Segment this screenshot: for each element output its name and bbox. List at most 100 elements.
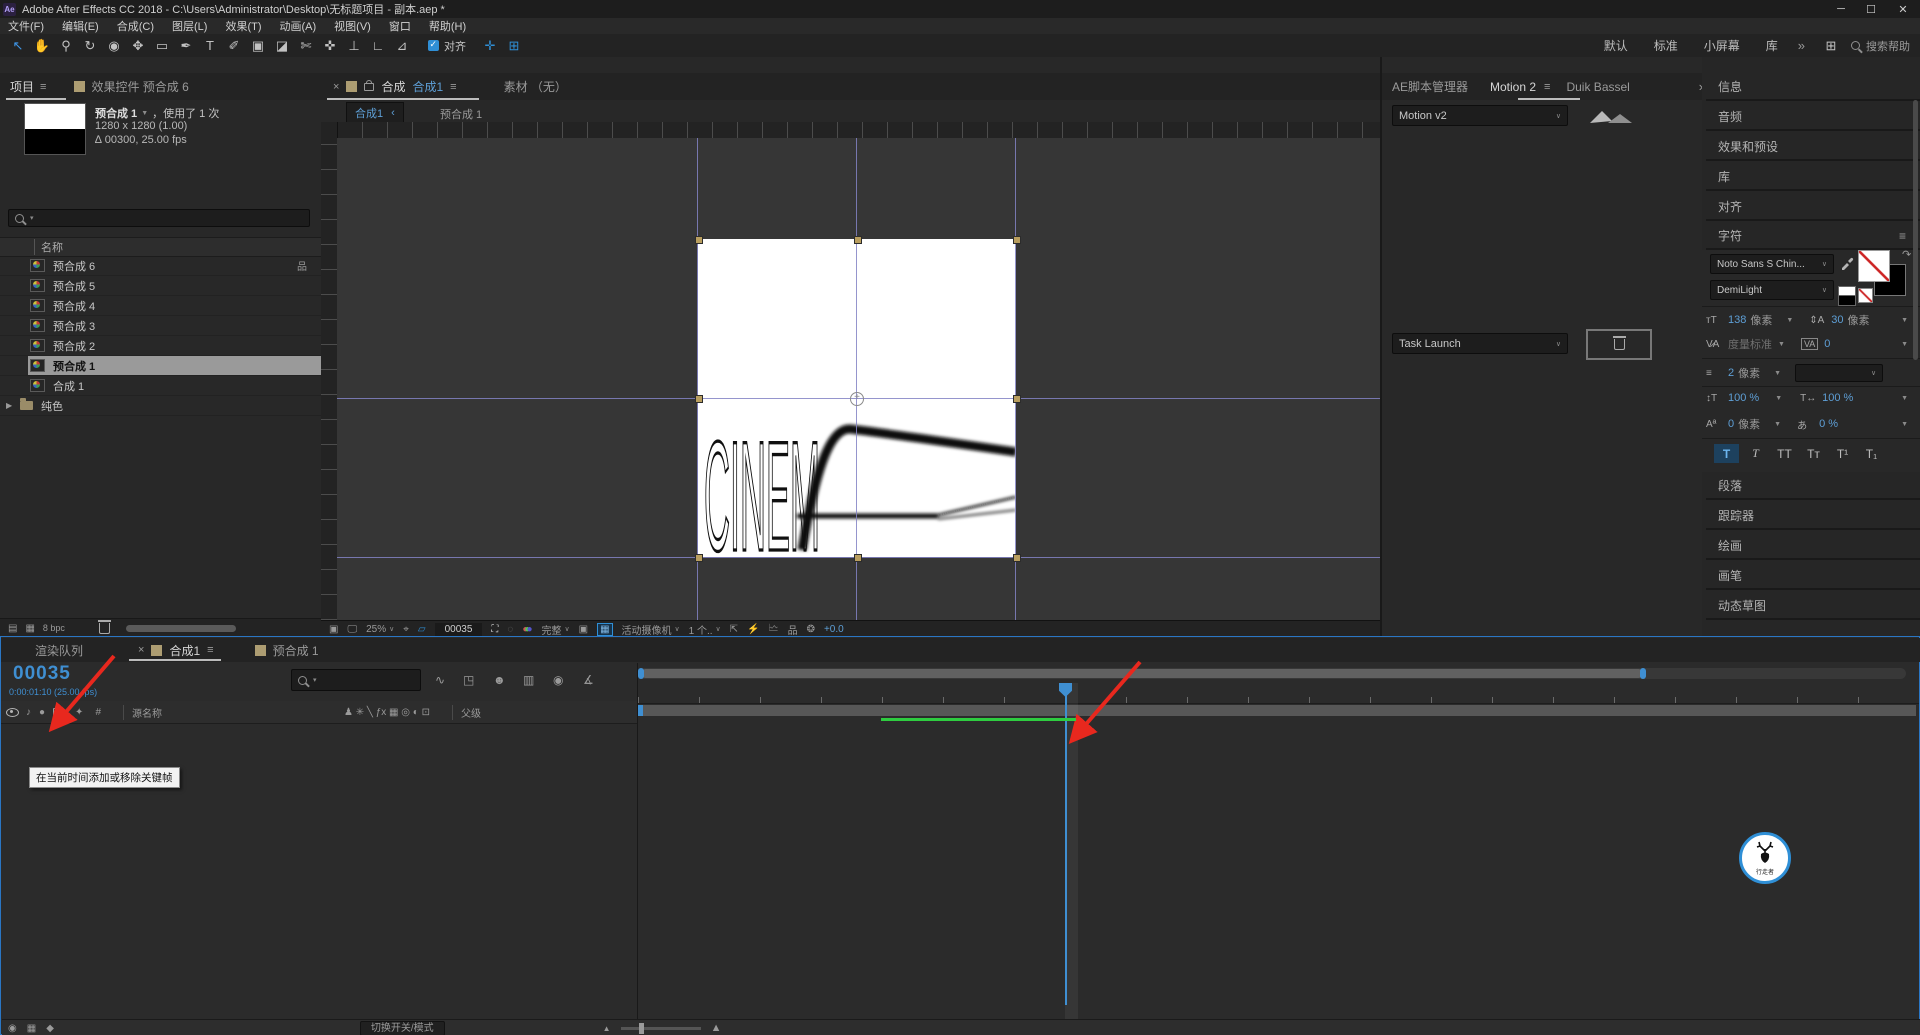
pen-tool-icon[interactable]: ✒ xyxy=(174,38,198,54)
faux-style-5[interactable]: T₁ xyxy=(1859,444,1884,463)
faux-style-1[interactable]: T xyxy=(1743,444,1768,463)
puppet-pin-tool-icon[interactable]: ✜ xyxy=(318,38,342,54)
guide-vertical-center[interactable] xyxy=(856,138,857,620)
panel-动态草图[interactable]: 动态草图 xyxy=(1706,592,1920,620)
source-name-column-header[interactable]: 源名称 xyxy=(123,704,162,720)
baseline-shift-value[interactable]: 0 xyxy=(1728,418,1734,430)
always-preview-icon[interactable]: ▣ xyxy=(329,624,338,635)
swap-fill-stroke-icon[interactable]: ↷ xyxy=(1902,248,1911,261)
project-item[interactable]: ▶ 纯色 xyxy=(0,396,321,416)
tsume-value[interactable]: 0 % xyxy=(1819,418,1838,430)
lock-icon[interactable] xyxy=(364,79,375,91)
panel-绘画[interactable]: 绘画 xyxy=(1706,532,1920,560)
snap-option2-icon[interactable]: ⊞ xyxy=(502,38,526,54)
flowchart-badge-icon[interactable]: 品 xyxy=(297,258,307,273)
selection-handle[interactable] xyxy=(854,236,862,244)
panel-跟踪器[interactable]: 跟踪器 xyxy=(1706,502,1920,530)
label-column-icon[interactable]: ✦ xyxy=(75,707,83,718)
minimize-button[interactable]: ─ xyxy=(1826,3,1856,16)
snapshot-icon[interactable]: ⛶ xyxy=(491,624,498,635)
anchor-point-icon[interactable]: + xyxy=(850,392,864,406)
workspace-标准[interactable]: 标准 xyxy=(1654,37,1678,54)
font-style-dropdown[interactable]: DemiLight ∨ xyxy=(1710,280,1834,300)
frame-blend-icon[interactable]: ▥ xyxy=(523,673,534,687)
project-bpc-label[interactable]: 8 bpc xyxy=(43,623,65,633)
baseline-caret-icon[interactable]: ▼ xyxy=(1774,421,1781,428)
timeline-search-input[interactable]: ▾ xyxy=(291,669,421,691)
menu-帮助(H)[interactable]: 帮助(H) xyxy=(429,18,466,34)
faux-style-2[interactable]: TT xyxy=(1772,444,1797,463)
ruler-top[interactable] xyxy=(337,122,1380,139)
mountains-icon[interactable] xyxy=(1588,107,1640,125)
tracking-value[interactable]: 0 xyxy=(1824,338,1830,350)
selection-handle[interactable] xyxy=(1013,395,1021,403)
selection-handle[interactable] xyxy=(695,554,703,562)
panel-对齐[interactable]: 对齐 xyxy=(1706,193,1920,221)
motion-blur-icon[interactable]: ◉ xyxy=(553,673,563,687)
axis-mode-local-icon[interactable]: ⊥ xyxy=(342,38,366,54)
axis-mode-world-icon[interactable]: ∟ xyxy=(366,38,390,53)
tracking-caret-icon[interactable]: ▼ xyxy=(1901,341,1908,348)
project-item[interactable]: 合成 1 xyxy=(0,376,321,396)
axis-mode-view-icon[interactable]: ⊿ xyxy=(390,38,414,54)
viewer-timecode[interactable]: 00035 xyxy=(434,622,483,636)
selection-handle[interactable] xyxy=(1013,554,1021,562)
pan-behind-tool-icon[interactable]: ✥ xyxy=(126,38,150,54)
panel-库[interactable]: 库 xyxy=(1706,163,1920,191)
workspace-overflow-chevron[interactable]: » xyxy=(1798,38,1805,53)
leading-value[interactable]: 30 xyxy=(1831,314,1843,326)
faux-style-4[interactable]: T¹ xyxy=(1830,444,1855,463)
time-navigator-thumb[interactable] xyxy=(641,669,1643,678)
rectangle-tool-icon[interactable]: ▭ xyxy=(150,38,174,54)
menu-编辑(E)[interactable]: 编辑(E) xyxy=(62,18,99,34)
brush-tool-icon[interactable]: ✐ xyxy=(222,38,246,54)
project-footer-icon-2[interactable]: ▦ xyxy=(25,623,34,634)
roto-brush-tool-icon[interactable]: ✄ xyxy=(294,38,318,54)
vertical-scale-caret-icon[interactable]: ▼ xyxy=(1775,395,1782,402)
tab-precomp-1[interactable]: 预合成 1 xyxy=(273,642,319,659)
project-search-input[interactable]: ▾ xyxy=(8,209,310,227)
zoom-tool-icon[interactable]: ⚲ xyxy=(54,38,78,54)
project-item[interactable]: 预合成 3 xyxy=(0,316,321,336)
exposure-value[interactable]: +0.0 xyxy=(824,624,844,635)
viewer-tab-close-icon[interactable]: × xyxy=(333,81,339,93)
kerning-value[interactable]: 度量标准 xyxy=(1728,336,1772,352)
default-stroke-swatch[interactable] xyxy=(1838,295,1856,306)
timeline-button-icon[interactable]: 🗠 xyxy=(769,621,779,638)
panel-画笔[interactable]: 画笔 xyxy=(1706,562,1920,590)
help-search[interactable]: 搜索帮助 xyxy=(1851,38,1910,54)
menu-图层(L)[interactable]: 图层(L) xyxy=(172,18,207,34)
vertical-scale-value[interactable]: 100 % xyxy=(1728,392,1759,404)
timeline-timecode[interactable]: 00035 xyxy=(13,663,71,685)
font-size-value[interactable]: 138 xyxy=(1728,314,1746,326)
grid-guides-icon[interactable]: ⌖ xyxy=(403,624,409,635)
transparency-grid-icon[interactable]: ▦ xyxy=(597,622,613,636)
shy-icon[interactable]: ☻ xyxy=(493,673,506,687)
folder-twirl-icon[interactable]: ▶ xyxy=(6,401,16,410)
project-scrollbar[interactable] xyxy=(125,624,236,632)
guide-vertical-right[interactable] xyxy=(1015,138,1016,620)
zoom-out-mountain-icon[interactable]: ▲ xyxy=(603,1024,611,1033)
audio-column-icon[interactable]: ♪ xyxy=(26,707,31,718)
selection-handle[interactable] xyxy=(1013,236,1021,244)
pixel-aspect-icon[interactable]: ⇱ xyxy=(730,624,738,635)
panel-效果和预设[interactable]: 效果和预设 xyxy=(1706,133,1920,161)
selection-handle[interactable] xyxy=(695,236,703,244)
menu-文件(F)[interactable]: 文件(F) xyxy=(8,18,44,34)
stroke-width-caret-icon[interactable]: ▼ xyxy=(1774,370,1781,377)
stroke-style-dropdown[interactable]: ∨ xyxy=(1795,364,1884,382)
hand-tool-icon[interactable]: ✋ xyxy=(30,38,54,54)
expand-layers-icon[interactable]: ◉ xyxy=(8,1023,17,1034)
expand-inout-icon[interactable]: ▦ xyxy=(27,1023,36,1034)
tab-motion-2[interactable]: Motion 2 xyxy=(1490,80,1536,94)
tab-comp-1[interactable]: 合成1 xyxy=(169,642,200,659)
project-tab-menu-icon[interactable]: ≡ xyxy=(40,81,46,93)
fill-color-swatch[interactable] xyxy=(1858,250,1890,282)
work-area-start-handle[interactable] xyxy=(638,705,643,716)
lock-column-icon[interactable] xyxy=(53,705,64,716)
tab-effect-controls[interactable]: 效果控件 预合成 6 xyxy=(91,78,188,95)
project-item[interactable]: 预合成 4 xyxy=(0,296,321,316)
comp-navigator-current[interactable]: 合成1 ‹ xyxy=(346,102,404,123)
motion-tab-menu-icon[interactable]: ≡ xyxy=(1544,81,1550,93)
flowchart-icon[interactable]: 品 xyxy=(788,622,798,637)
